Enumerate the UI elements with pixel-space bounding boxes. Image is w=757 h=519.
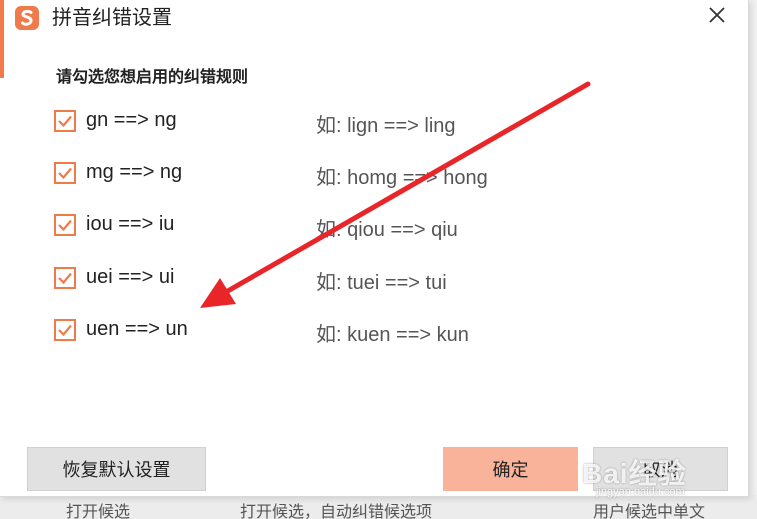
background-text-left: 打开候选: [66, 504, 131, 519]
check-icon: [58, 324, 72, 337]
pinyin-correction-dialog: 拼音纠错设置 请勾选您想启用的纠错规则 gn ==> ng 如: lign ==…: [0, 0, 749, 497]
rule-label: iou ==> iu: [86, 213, 175, 235]
rule-example: 如: lign ==> ling: [316, 115, 456, 137]
background-app-strip: 打开候选 打开候选，自动纠错候选项 用户候选中单文: [0, 495, 757, 519]
rule-label: mg ==> ng: [86, 161, 183, 183]
rule-checkbox[interactable]: [54, 267, 76, 289]
check-icon: [58, 167, 72, 180]
close-icon: [709, 7, 725, 23]
rule-label: gn ==> ng: [86, 109, 177, 131]
rule-checkbox[interactable]: [54, 214, 76, 236]
check-icon: [58, 115, 72, 128]
sogou-logo-icon: [15, 6, 39, 30]
check-icon: [58, 219, 72, 232]
dialog-title: 拼音纠错设置: [52, 7, 172, 29]
background-text-mid: 打开候选，自动纠错候选项: [240, 504, 433, 519]
rules-heading: 请勾选您想启用的纠错规则: [56, 69, 249, 86]
check-icon: [58, 272, 72, 285]
background-text-right: 用户候选中单文: [593, 504, 706, 519]
rule-label: uei ==> ui: [86, 266, 175, 288]
rule-row: mg ==> ng 如: homg ==> hong: [54, 159, 694, 189]
close-button[interactable]: [700, 0, 736, 32]
rule-checkbox[interactable]: [54, 162, 76, 184]
rule-example: 如: kuen ==> kun: [316, 324, 469, 346]
title-bar: 拼音纠错设置: [0, 0, 748, 36]
rule-example: 如: qiou ==> qiu: [316, 219, 458, 241]
restore-defaults-button[interactable]: 恢复默认设置: [27, 447, 206, 491]
rule-example: 如: tuei ==> tui: [316, 272, 447, 294]
rule-label: uen ==> un: [86, 318, 188, 340]
ok-button[interactable]: 确定: [443, 447, 578, 491]
rule-row: iou ==> iu 如: qiou ==> qiu: [54, 211, 694, 241]
rule-checkbox[interactable]: [54, 319, 76, 341]
rule-row: uei ==> ui 如: tuei ==> tui: [54, 264, 694, 294]
rule-checkbox[interactable]: [54, 110, 76, 132]
rule-example: 如: homg ==> hong: [316, 167, 488, 189]
rule-row: gn ==> ng 如: lign ==> ling: [54, 107, 694, 137]
rule-row: uen ==> un 如: kuen ==> kun: [54, 316, 694, 346]
cancel-button[interactable]: 取消: [593, 447, 728, 491]
